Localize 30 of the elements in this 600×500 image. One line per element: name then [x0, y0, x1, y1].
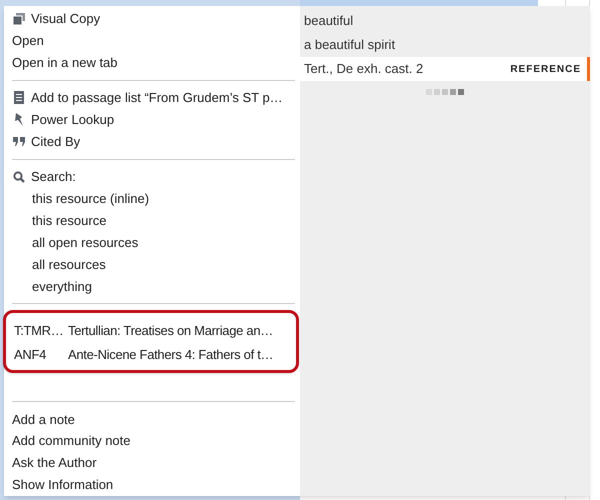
quote-icon	[12, 137, 24, 146]
resource-abbreviation: ANF4	[14, 346, 48, 364]
menu-item[interactable]: Show Information	[12, 474, 297, 496]
menu-item[interactable]: Add a note	[12, 408, 297, 430]
resource-title: Tertullian: Treatises on Marriage an…	[68, 322, 273, 340]
suggestion-item[interactable]: beautiful	[300, 9, 590, 33]
resource-title: Ante-Nicene Fathers 4: Fathers of t…	[68, 346, 274, 364]
menu-item[interactable]: Add to passage list “From Grudem’s ST p…	[12, 86, 297, 109]
menu-item[interactable]: Open	[12, 30, 297, 52]
menu-item[interactable]: this resource (inline)	[12, 188, 297, 210]
resource-abbreviation: T:TMR…	[14, 322, 64, 340]
search-icon	[12, 170, 24, 183]
menu-item[interactable]: all resources	[12, 254, 297, 276]
type-label: REFERENCE	[510, 62, 581, 76]
menu-item[interactable]: Add community note	[12, 430, 297, 452]
menu-item[interactable]: Open in a new tab	[12, 52, 297, 74]
suggestion-item[interactable]: a beautiful spirit	[300, 33, 590, 57]
menu-item[interactable]: Ask the Author	[12, 452, 297, 474]
resource-item[interactable]: T:TMR… Tertullian: Treatises on Marriage an…	[14, 318, 296, 342]
menu-item[interactable]: Power Lookup	[12, 108, 297, 131]
list-icon	[14, 91, 24, 104]
menu-item[interactable]: all open resources	[12, 232, 297, 254]
resource-item[interactable]: ANF4 Ante-Nicene Fathers 4: Fathers of t…	[14, 342, 296, 366]
menu-item[interactable]: everything	[12, 276, 297, 298]
menu-item[interactable]: this resource	[12, 210, 297, 232]
menu-item[interactable]: Search:	[12, 166, 297, 188]
suggestion-item[interactable]: Tert., De exh. cast. 2 REFERENCE	[300, 57, 590, 81]
menu-item[interactable]: Cited By	[12, 130, 297, 153]
menu-item[interactable]: Visual Copy	[12, 8, 297, 30]
copy-icon	[12, 12, 24, 25]
